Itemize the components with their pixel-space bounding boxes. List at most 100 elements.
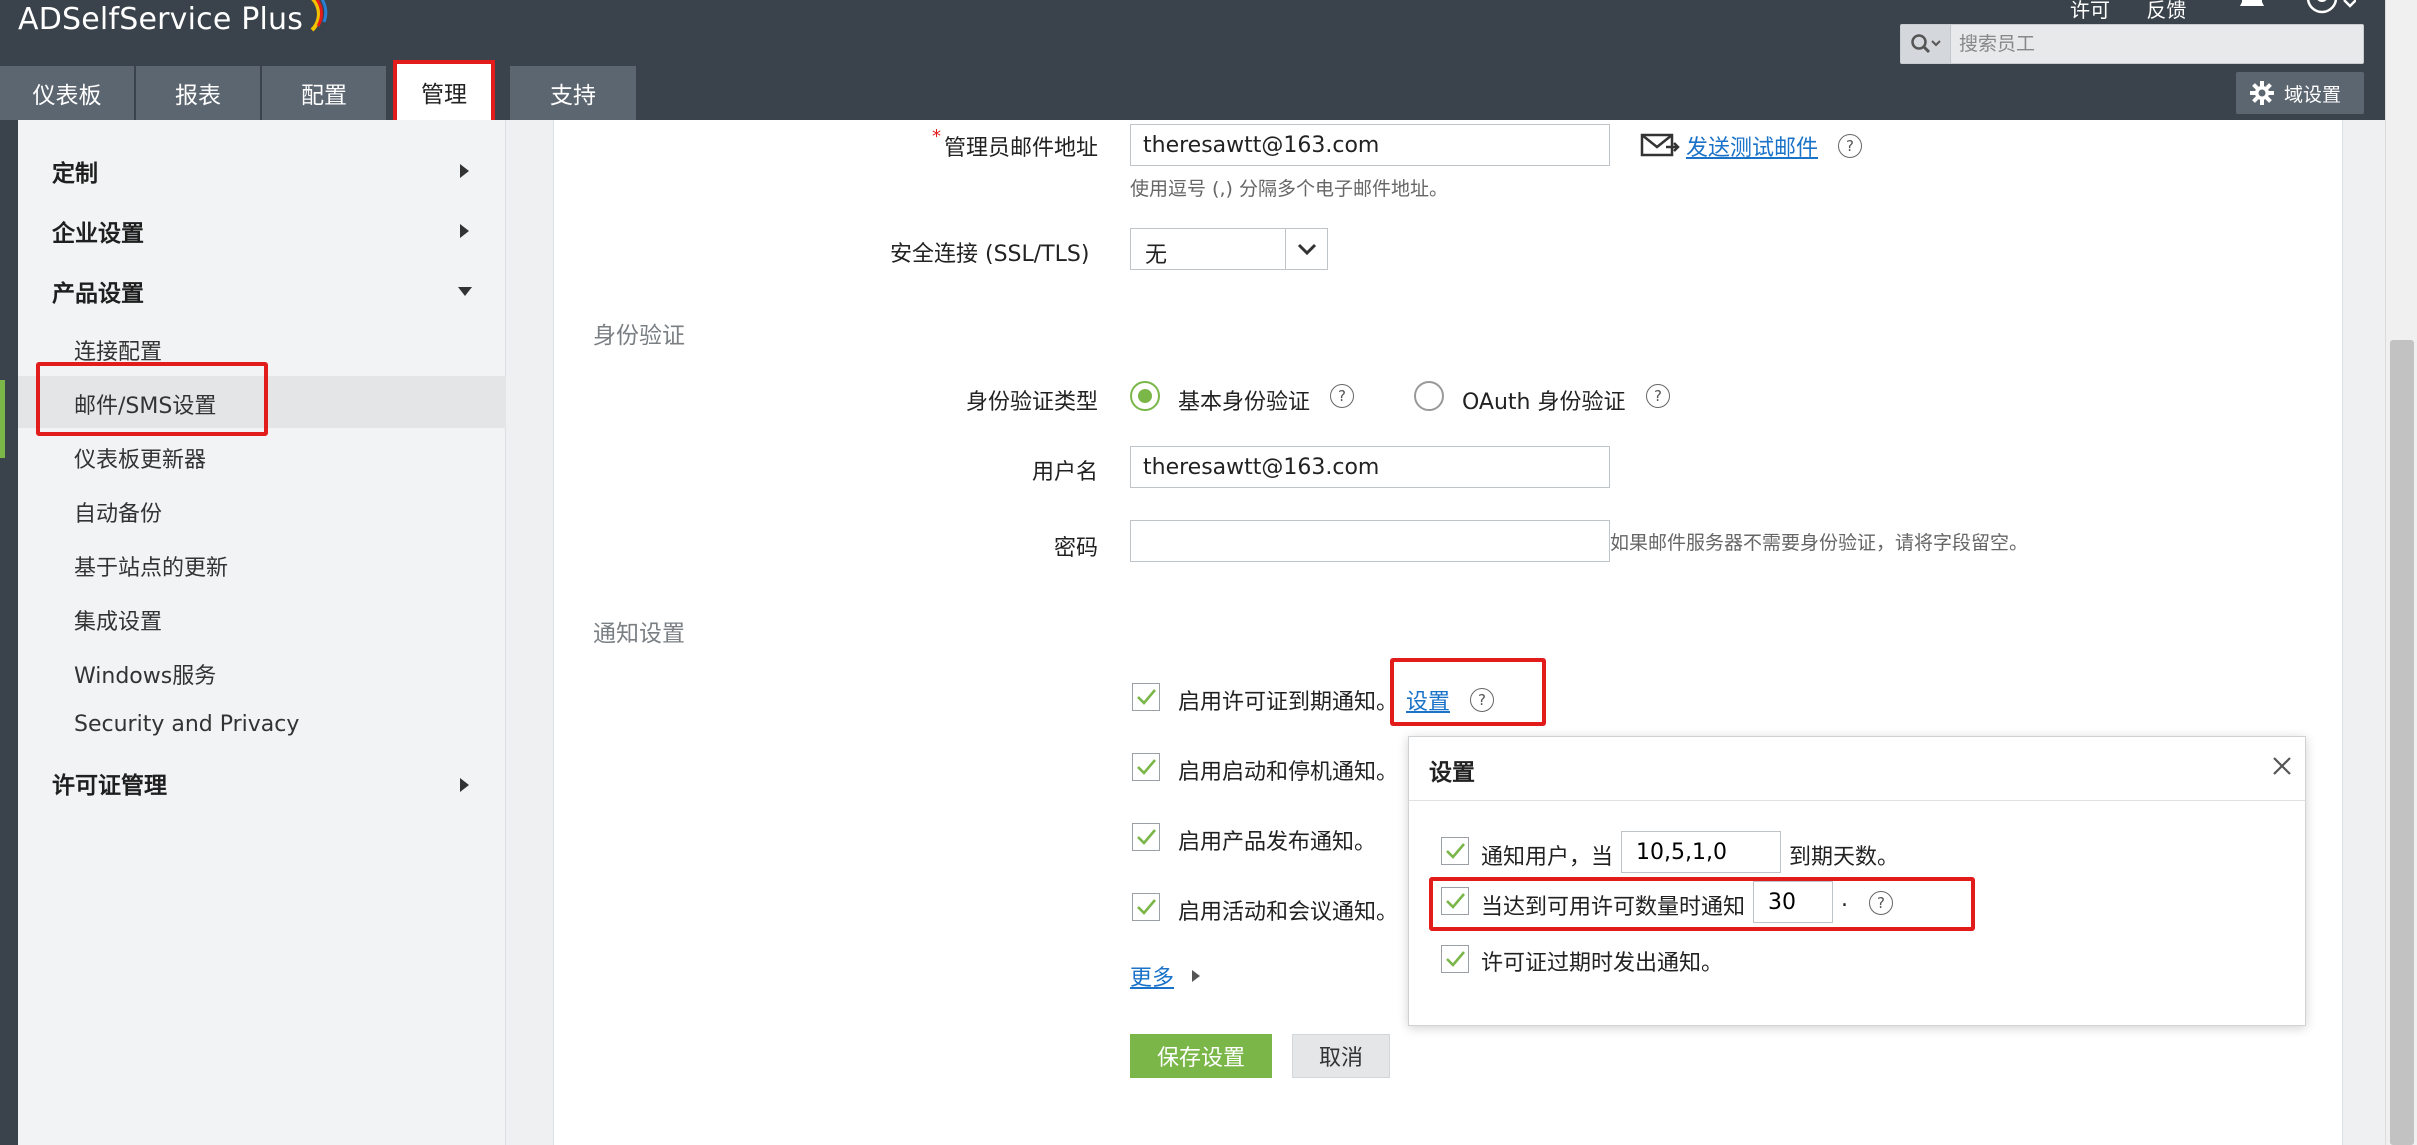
save-settings-button[interactable]: 保存设置 — [1130, 1034, 1272, 1078]
tab-reports-label: 报表 — [175, 83, 221, 109]
page-scrollbar[interactable] — [2385, 0, 2417, 1145]
tab-configuration[interactable]: 配置 — [262, 66, 388, 120]
auth-basic-radio[interactable] — [1130, 381, 1160, 411]
notify-days-suffix: 到期天数。 — [1789, 845, 1900, 870]
check-icon — [1137, 899, 1156, 915]
search-icon-wrap[interactable] — [1901, 25, 1951, 63]
dropdown-chevron[interactable] — [1285, 229, 1327, 269]
events-meetings-checkbox[interactable] — [1132, 893, 1160, 921]
help-icon[interactable]: ? — [1330, 384, 1354, 408]
tab-support[interactable]: 支持 — [510, 66, 638, 120]
username-field[interactable] — [1130, 446, 1610, 488]
tab-admin[interactable]: 管理 — [393, 60, 495, 124]
notify-users-prefix: 通知用户，当 — [1481, 845, 1614, 870]
required-asterisk: * — [932, 126, 941, 147]
sidebar-item-security-privacy[interactable]: Security and Privacy — [74, 712, 299, 742]
username-label: 用户名 — [1032, 460, 1099, 485]
check-icon — [1446, 951, 1465, 967]
tab-support-label: 支持 — [550, 83, 596, 109]
product-release-checkbox[interactable] — [1132, 823, 1160, 851]
highlight-box-mail-sms — [36, 362, 268, 436]
domain-settings-button[interactable]: 域设置 — [2236, 72, 2364, 114]
sidebar-section-product[interactable]: 产品设置 — [52, 274, 144, 307]
top-header: ADSelfService Plus 许可 反馈 仪表板 报表 配置 管理 支持 — [0, 0, 2385, 124]
user-avatar-icon[interactable] — [2306, 0, 2356, 16]
highlight-box-license-count — [1429, 877, 1975, 931]
chevron-right-icon[interactable] — [460, 164, 469, 178]
gear-icon — [2250, 81, 2274, 105]
auth-type-label: 身份验证类型 — [966, 390, 1099, 415]
left-collapsed-strip — [0, 120, 18, 1145]
app-logo-text: ADSelfService Plus — [18, 2, 304, 37]
admin-email-label: 管理员邮件地址 — [944, 136, 1099, 161]
notify-users-days-checkbox[interactable] — [1441, 837, 1469, 865]
events-meetings-label: 启用活动和会议通知。 — [1178, 900, 1399, 925]
more-link[interactable]: 更多 — [1130, 960, 1174, 992]
license-link[interactable]: 许可 — [2070, 0, 2110, 22]
sidebar-item-integration[interactable]: 集成设置 — [74, 604, 162, 635]
top-links: 许可 反馈 — [2070, 0, 2216, 22]
employee-search — [1900, 24, 2364, 64]
auth-section-title: 身份验证 — [593, 323, 685, 349]
search-icon — [1910, 34, 1941, 54]
check-icon — [1137, 829, 1156, 845]
password-field[interactable] — [1130, 520, 1610, 562]
app-logo[interactable]: ADSelfService Plus — [18, 2, 303, 42]
feedback-link[interactable]: 反馈 — [2146, 0, 2186, 22]
chevron-down-icon — [1297, 243, 1316, 256]
help-icon[interactable]: ? — [1838, 134, 1862, 158]
scrollbar-thumb[interactable] — [2390, 340, 2414, 1145]
sidebar-section-license[interactable]: 许可证管理 — [52, 766, 167, 799]
sidebar-item-connection[interactable]: 连接配置 — [74, 334, 162, 365]
secure-connection-label: 安全连接 (SSL/TLS) — [890, 242, 1090, 267]
help-icon[interactable]: ? — [1646, 384, 1670, 408]
auth-oauth-label: OAuth 身份验证 — [1462, 390, 1626, 415]
sidebar-section-enterprise[interactable]: 企业设置 — [52, 214, 144, 247]
search-input[interactable] — [1959, 25, 2359, 63]
bell-icon[interactable] — [2238, 0, 2266, 12]
email-hint: 使用逗号 (,) 分隔多个电子邮件地址。 — [1130, 178, 1448, 200]
chevron-right-icon[interactable] — [460, 778, 469, 792]
tab-admin-label: 管理 — [421, 82, 467, 108]
notify-expired-label: 许可证过期时发出通知。 — [1481, 951, 1724, 976]
license-expiry-label: 启用许可证到期通知。 — [1178, 690, 1399, 715]
chevron-right-icon[interactable] — [1192, 970, 1200, 982]
sidebar-item-site-update[interactable]: 基于站点的更新 — [74, 550, 228, 581]
sidebar-item-windows-service[interactable]: Windows服务 — [74, 658, 216, 689]
admin-email-field[interactable] — [1130, 124, 1610, 166]
check-icon — [1137, 759, 1156, 775]
notification-settings-popup: 设置 通知用户，当 到期天数。 当达到可用许可数量时通知 . ? 许可证过期时发… — [1408, 736, 2306, 1026]
notify-days-field[interactable] — [1621, 831, 1781, 873]
license-expiry-checkbox[interactable] — [1132, 683, 1160, 711]
popup-header: 设置 — [1409, 737, 2305, 801]
send-test-mail-link[interactable]: 发送测试邮件 — [1686, 130, 1818, 162]
sidebar-item-dashboard-updater[interactable]: 仪表板更新器 — [74, 442, 206, 473]
close-icon[interactable] — [2271, 755, 2293, 777]
cancel-button[interactable]: 取消 — [1292, 1034, 1390, 1078]
tab-reports[interactable]: 报表 — [136, 66, 262, 120]
logo-arc-icon — [310, 0, 328, 32]
chevron-right-icon[interactable] — [460, 224, 469, 238]
notify-expired-checkbox[interactable] — [1441, 945, 1469, 973]
product-release-label: 启用产品发布通知。 — [1178, 830, 1377, 855]
tab-configuration-label: 配置 — [301, 83, 347, 109]
popup-title: 设置 — [1429, 760, 1475, 786]
auth-basic-label: 基本身份验证 — [1178, 390, 1311, 415]
highlight-box-settings-link — [1390, 658, 1546, 726]
password-label: 密码 — [1054, 536, 1099, 561]
startup-shutdown-checkbox[interactable] — [1132, 753, 1160, 781]
startup-shutdown-label: 启用启动和停机通知。 — [1178, 760, 1399, 785]
secure-connection-select[interactable]: 无 — [1130, 228, 1328, 270]
secure-connection-value: 无 — [1145, 243, 1168, 268]
check-icon — [1446, 843, 1465, 859]
domain-settings-label: 域设置 — [2284, 83, 2342, 106]
tab-dashboard[interactable]: 仪表板 — [0, 66, 136, 120]
send-mail-icon[interactable] — [1640, 132, 1680, 158]
auth-oauth-radio[interactable] — [1414, 381, 1444, 411]
sidebar-section-customize[interactable]: 定制 — [52, 154, 98, 187]
sidebar-item-auto-backup[interactable]: 自动备份 — [74, 496, 162, 527]
chevron-down-icon[interactable] — [458, 287, 472, 296]
password-hint: 如果邮件服务器不需要身份验证，请将字段留空。 — [1610, 532, 2029, 554]
tab-dashboard-label: 仪表板 — [32, 83, 102, 109]
left-strip-marker — [0, 380, 5, 458]
